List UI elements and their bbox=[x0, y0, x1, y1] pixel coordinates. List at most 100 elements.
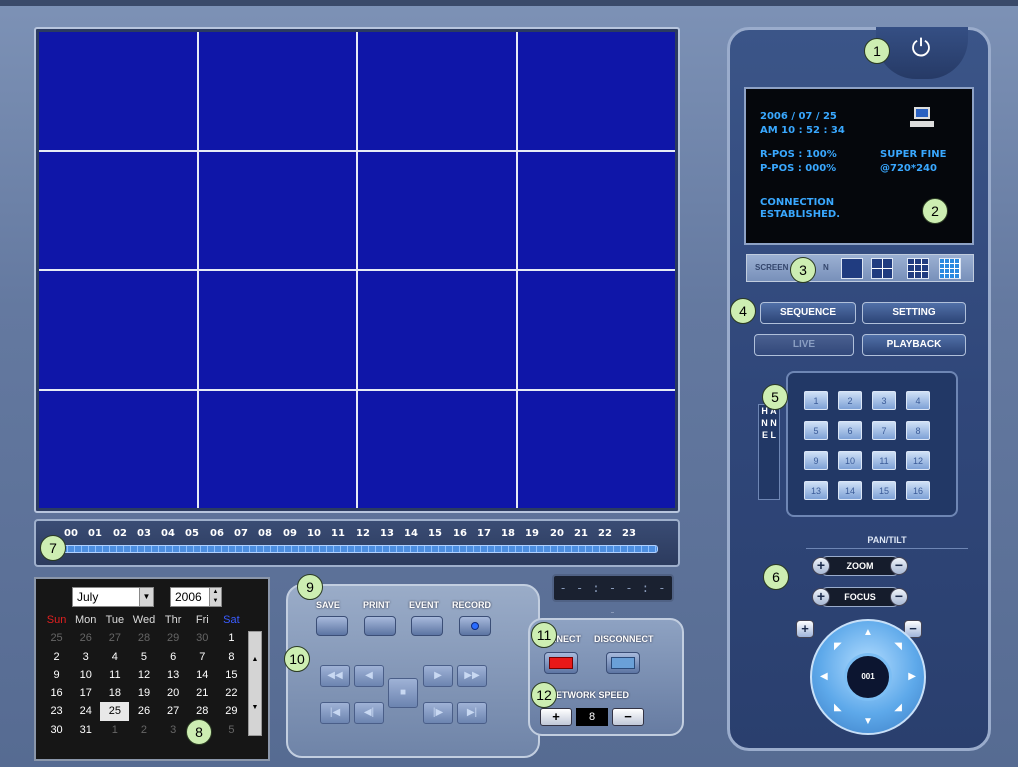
chevron-down-icon[interactable]: ▼ bbox=[139, 588, 153, 606]
calendar-day[interactable]: 17 bbox=[71, 684, 100, 702]
speed-minus-button[interactable]: − bbox=[612, 708, 644, 726]
speed-plus-button[interactable]: + bbox=[540, 708, 572, 726]
skip-start-icon[interactable]: |◀ bbox=[320, 702, 350, 724]
split-1-icon[interactable] bbox=[841, 258, 863, 279]
zoom-in-icon[interactable]: + bbox=[812, 557, 830, 575]
calendar-day[interactable]: 5 bbox=[129, 648, 158, 666]
connect-button[interactable] bbox=[544, 652, 578, 674]
channel-button[interactable]: 15 bbox=[872, 481, 896, 500]
frame-back-icon[interactable]: ◀| bbox=[354, 702, 384, 724]
split-9-icon[interactable] bbox=[907, 258, 929, 279]
power-icon[interactable]: ⏻ bbox=[903, 32, 939, 66]
channel-button[interactable]: 5 bbox=[804, 421, 828, 440]
pan-left-icon[interactable]: ◀ bbox=[820, 671, 828, 682]
pan-up-icon[interactable]: ▲ bbox=[863, 627, 873, 638]
calendar-day[interactable]: 14 bbox=[188, 666, 217, 684]
calendar-day[interactable]: 28 bbox=[129, 629, 158, 647]
channel-button[interactable]: 13 bbox=[804, 481, 828, 500]
calendar-day[interactable]: 15 bbox=[217, 666, 246, 684]
channel-button[interactable]: 10 bbox=[838, 451, 862, 470]
calendar-day[interactable]: 18 bbox=[100, 684, 129, 702]
ptz-center-button[interactable]: 001 bbox=[844, 653, 892, 701]
speed-up-icon[interactable]: + bbox=[796, 620, 814, 638]
live-button[interactable]: LIVE bbox=[754, 334, 854, 356]
calendar-day[interactable]: 10 bbox=[71, 666, 100, 684]
split-16-icon[interactable] bbox=[939, 258, 961, 279]
video-cell[interactable] bbox=[358, 151, 516, 269]
video-cell[interactable] bbox=[517, 151, 675, 269]
channel-button[interactable]: 11 bbox=[872, 451, 896, 470]
timeline-bar[interactable] bbox=[46, 545, 658, 553]
video-cell[interactable] bbox=[358, 390, 516, 508]
calendar-day[interactable]: 31 bbox=[71, 721, 100, 739]
fast-forward-icon[interactable]: ▶▶ bbox=[457, 665, 487, 687]
rewind-icon[interactable]: ◀◀ bbox=[320, 665, 350, 687]
calendar-day[interactable]: 1 bbox=[100, 721, 129, 739]
calendar-day[interactable]: 21 bbox=[188, 684, 217, 702]
calendar-day[interactable]: 25 bbox=[100, 702, 130, 721]
calendar-scrollbar[interactable]: ▲ ▼ bbox=[248, 631, 262, 736]
step-back-icon[interactable]: ◀ bbox=[354, 665, 384, 687]
calendar-day[interactable]: 30 bbox=[42, 721, 71, 739]
video-cell[interactable] bbox=[198, 390, 356, 508]
scroll-down-icon[interactable]: ▼ bbox=[249, 704, 261, 711]
pan-up-right-icon[interactable]: ◥ bbox=[894, 641, 902, 652]
calendar-day[interactable]: 8 bbox=[217, 648, 246, 666]
video-cell[interactable] bbox=[198, 271, 356, 389]
channel-button[interactable]: 2 bbox=[838, 391, 862, 410]
pan-right-icon[interactable]: ▶ bbox=[908, 671, 916, 682]
calendar-day[interactable]: 20 bbox=[159, 684, 188, 702]
calendar-day[interactable]: 29 bbox=[217, 702, 246, 720]
calendar-day[interactable]: 5 bbox=[217, 721, 246, 739]
calendar-day[interactable]: 16 bbox=[42, 684, 71, 702]
channel-button[interactable]: 1 bbox=[804, 391, 828, 410]
calendar-day[interactable]: 24 bbox=[71, 702, 100, 720]
video-cell[interactable] bbox=[39, 151, 197, 269]
calendar-day[interactable]: 19 bbox=[129, 684, 158, 702]
pan-down-left-icon[interactable]: ◣ bbox=[834, 702, 842, 713]
year-spinner[interactable]: 2006 ▲ ▼ bbox=[170, 587, 222, 607]
calendar-day[interactable]: 3 bbox=[159, 721, 188, 739]
disconnect-button[interactable] bbox=[606, 652, 640, 674]
print-button[interactable] bbox=[364, 616, 396, 636]
record-button[interactable] bbox=[459, 616, 491, 636]
calendar-day[interactable]: 29 bbox=[159, 629, 188, 647]
channel-button[interactable]: 7 bbox=[872, 421, 896, 440]
save-button[interactable] bbox=[316, 616, 348, 636]
calendar-day[interactable]: 11 bbox=[100, 666, 129, 684]
calendar-day[interactable]: 22 bbox=[217, 684, 246, 702]
calendar-day[interactable]: 4 bbox=[100, 648, 129, 666]
calendar-day[interactable]: 7 bbox=[188, 648, 217, 666]
pan-down-icon[interactable]: ▼ bbox=[863, 716, 873, 727]
month-select[interactable]: July ▼ bbox=[72, 587, 154, 607]
video-cell[interactable] bbox=[517, 390, 675, 508]
channel-button[interactable]: 6 bbox=[838, 421, 862, 440]
event-button[interactable] bbox=[411, 616, 443, 636]
stop-icon[interactable]: ■ bbox=[388, 678, 418, 708]
video-cell[interactable] bbox=[517, 271, 675, 389]
play-icon[interactable]: ▶ bbox=[423, 665, 453, 687]
pan-up-left-icon[interactable]: ◤ bbox=[834, 641, 842, 652]
video-cell[interactable] bbox=[39, 32, 197, 150]
focus-out-icon[interactable]: − bbox=[890, 588, 908, 606]
sequence-button[interactable]: SEQUENCE bbox=[760, 302, 856, 324]
channel-button[interactable]: 16 bbox=[906, 481, 930, 500]
video-cell[interactable] bbox=[517, 32, 675, 150]
channel-button[interactable]: 3 bbox=[872, 391, 896, 410]
video-cell[interactable] bbox=[198, 151, 356, 269]
video-cell[interactable] bbox=[198, 32, 356, 150]
focus-in-icon[interactable]: + bbox=[812, 588, 830, 606]
channel-button[interactable]: 8 bbox=[906, 421, 930, 440]
calendar-day[interactable]: 2 bbox=[42, 648, 71, 666]
frame-forward-icon[interactable]: |▶ bbox=[423, 702, 453, 724]
calendar-day[interactable]: 23 bbox=[42, 702, 71, 720]
calendar-day[interactable]: 3 bbox=[71, 648, 100, 666]
channel-button[interactable]: 14 bbox=[838, 481, 862, 500]
calendar-day[interactable]: 6 bbox=[159, 648, 188, 666]
calendar-day[interactable]: 12 bbox=[129, 666, 158, 684]
calendar-day[interactable]: 26 bbox=[129, 702, 158, 720]
calendar-day[interactable]: 9 bbox=[42, 666, 71, 684]
calendar-day[interactable]: 2 bbox=[129, 721, 158, 739]
video-cell[interactable] bbox=[39, 271, 197, 389]
scroll-up-icon[interactable]: ▲ bbox=[249, 656, 261, 663]
